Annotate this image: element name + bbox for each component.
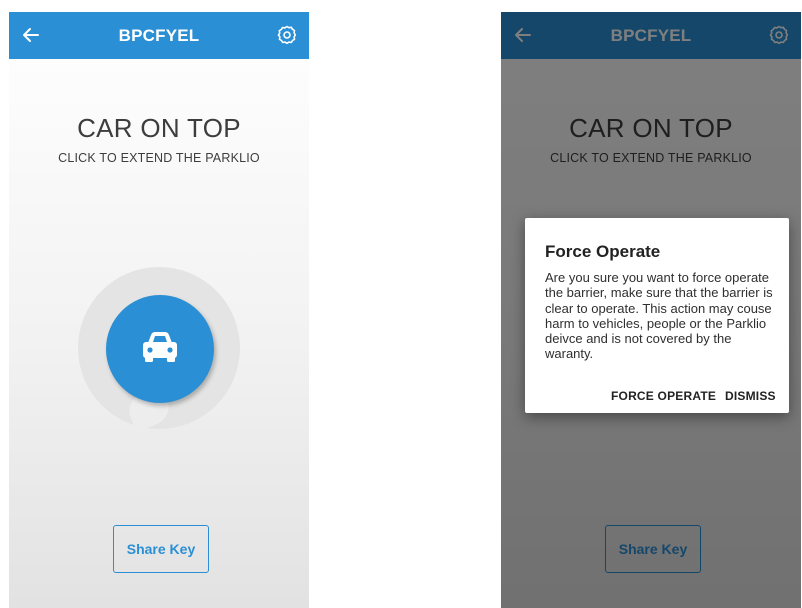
gear-icon[interactable] (275, 23, 299, 47)
phone-screen-dialog: BPCFYEL CAR ON TOP CLICK TO EXTEND THE P… (501, 12, 801, 608)
dialog-message: Are you sure you want to force operate t… (545, 270, 773, 362)
force-operate-button[interactable]: FORCE OPERATE (611, 389, 716, 403)
extend-barrier-button[interactable] (106, 295, 214, 403)
status-title: CAR ON TOP (77, 113, 241, 143)
force-operate-dialog: Force Operate Are you sure you want to f… (525, 218, 789, 413)
phone-screen-main: BPCFYEL CAR ON TOP CLICK TO EXTEND THE P… (9, 12, 309, 608)
car-icon (140, 330, 180, 369)
screen-background: BPCFYEL CAR ON TOP CLICK TO EXTEND THE P… (9, 12, 309, 608)
app-bar-title: BPCFYEL (118, 25, 200, 45)
dialog-title: Force Operate (545, 242, 661, 261)
arrow-left-icon[interactable] (19, 23, 43, 47)
share-key-button[interactable]: Share Key (113, 525, 209, 573)
dialog-actions: FORCE OPERATE DISMISS (525, 389, 789, 407)
app-bar: BPCFYEL (9, 12, 309, 59)
dismiss-button[interactable]: DISMISS (725, 389, 776, 403)
status-subtitle: CLICK TO EXTEND THE PARKLIO (58, 151, 260, 165)
